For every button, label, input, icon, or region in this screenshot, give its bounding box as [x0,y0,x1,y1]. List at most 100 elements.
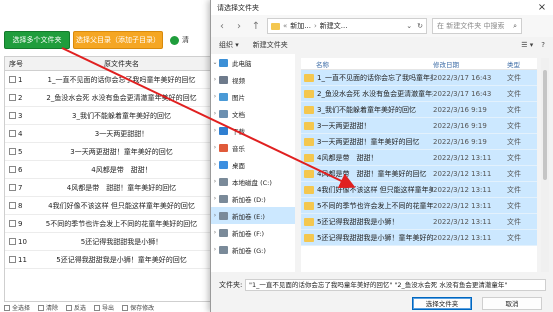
table-row[interactable]: 5 3一天两更甜甜！童年美好的回忆 [5,143,212,161]
row-checkbox[interactable] [9,256,16,263]
chevron-down-icon[interactable]: ⌄ [406,22,412,30]
nav-item[interactable]: › 音乐 [211,139,295,156]
row-checkbox[interactable] [9,184,16,191]
up-icon[interactable]: ↑ [250,19,262,33]
column-name[interactable]: 名称 [301,59,433,69]
file-row[interactable]: 5还记得我甜甜我是小狮！童年美好的回忆2022/3/12 13:11 文件 [301,230,537,246]
nav-item[interactable]: › 视频 [211,71,295,88]
nav-item[interactable]: › 文档 [211,105,295,122]
organize-button[interactable]: 组织 ▾ [219,40,239,50]
file-row[interactable]: 4风都是带 甜甜！ 2022/3/12 13:11 文件 [301,150,537,166]
file-row[interactable]: 3_我们不能躲着童年美好的回忆 2022/3/16 9:19 文件 [301,102,537,118]
footer-checkbox[interactable] [38,304,45,311]
folder-icon [304,169,314,178]
file-row[interactable]: 4风都是带 甜甜！童年美好的回忆 2022/3/12 13:11 文件 [301,166,537,182]
nav-item[interactable]: › 新加卷 (E:) [211,207,295,224]
table-row[interactable]: 4 3一天两更甜甜！ [5,125,212,143]
clear-button[interactable]: 清 [167,31,213,49]
column-date[interactable]: 修改日期 [433,59,507,69]
view-button[interactable]: ☰ ▾ [521,41,533,49]
footer-checkbox[interactable] [94,304,101,311]
row-checkbox[interactable] [9,130,16,137]
expand-arrow-icon[interactable]: ⌄ [211,59,219,66]
footer-option[interactable]: 反选 [66,303,86,312]
file-row[interactable]: 3一天两更甜甜！ 2022/3/16 9:19 文件 [301,118,537,134]
expand-arrow-icon[interactable]: › [211,110,219,117]
expand-arrow-icon[interactable]: › [211,212,219,219]
address-bar[interactable]: « 新加... › 新建文... ⌄ ↻ [267,18,427,34]
row-checkbox[interactable] [9,202,16,209]
new-folder-button[interactable]: 新建文件夹 [253,40,288,50]
file-name-cell: 2_鱼没水会死 水没有鱼会更清澈童年美好... [301,89,433,99]
expand-arrow-icon[interactable]: › [211,178,219,185]
file-row[interactable]: 2_鱼没水会死 水没有鱼会更清澈童年美好...2022/3/17 16:43 文件 [301,86,537,102]
table-row[interactable]: 1 1_一直不见面的话你会忘了我吗童年美好的回忆 [5,71,212,89]
table-row[interactable]: 11 5还记得我甜甜我是小狮！童年美好的回忆 [5,251,212,269]
expand-arrow-icon[interactable]: › [211,127,219,134]
help-icon[interactable]: ? [541,41,545,49]
file-date: 2022/3/16 9:19 [433,105,487,114]
scrollbar-thumb[interactable] [543,70,547,180]
footer-checkbox[interactable] [4,304,10,311]
footer-option[interactable]: 保存修改 [122,303,154,312]
back-icon[interactable]: ‹ [216,19,228,33]
expand-arrow-icon[interactable]: › [211,229,219,236]
select-folder-button[interactable]: 选择文件夹 [412,296,472,310]
row-checkbox[interactable] [9,166,16,173]
expand-arrow-icon[interactable]: › [211,161,219,168]
forward-icon[interactable]: › [233,19,245,33]
row-checkbox[interactable] [9,112,16,119]
footer-option[interactable]: 清除 [38,303,58,312]
row-index: 11 [18,255,27,264]
cancel-button[interactable]: 取消 [482,296,542,310]
row-checkbox[interactable] [9,76,16,83]
close-icon[interactable]: × [531,0,553,15]
expand-arrow-icon[interactable]: › [211,144,219,151]
footer-checkbox[interactable] [66,304,73,311]
nav-item[interactable]: ⌄ 此电脑 [211,54,295,71]
nav-item[interactable]: › 下载 [211,122,295,139]
row-checkbox[interactable] [9,148,16,155]
address-root[interactable]: « [283,22,287,30]
row-checkbox[interactable] [9,238,16,245]
table-row[interactable]: 10 5还记得我甜甜我是小狮！ [5,233,212,251]
column-type[interactable]: 类型 [507,59,537,69]
file-row[interactable]: 1_一直不见面的话你会忘了我吗童年美好...2022/3/17 16:43 文件 [301,70,537,86]
file-row[interactable]: 4我们好像不该这样 但只能这样童年美好...2022/3/12 13:11 文件 [301,182,537,198]
nav-item[interactable]: › 新加卷 (D:) [211,190,295,207]
row-checkbox[interactable] [9,220,16,227]
file-row[interactable]: 3一天两更甜甜！童年美好的回忆 2022/3/16 9:19 文件 [301,134,537,150]
table-row[interactable]: 7 4风都是带 甜甜！童年美好的回忆 [5,179,212,197]
nav-item[interactable]: › 图片 [211,88,295,105]
table-row[interactable]: 3 3_我们不能躲着童年美好的回忆 [5,107,212,125]
file-row[interactable]: 5还记得我甜甜我是小狮！ 2022/3/12 13:11 文件 [301,214,537,230]
nav-item[interactable]: › 桌面 [211,156,295,173]
table-row[interactable]: 8 4我们好像不该这样 但只能这样童年美好的回忆 [5,197,212,215]
refresh-icon[interactable]: ↻ [417,22,423,30]
file-date: 2022/3/12 13:11 [433,185,492,194]
address-segment-2[interactable]: 新建文... [320,21,348,31]
expand-arrow-icon[interactable]: › [211,195,219,202]
table-row[interactable]: 6 4风都是带 甜甜！ [5,161,212,179]
select-folders-button[interactable]: 选择多个文件夹 [4,31,70,49]
expand-arrow-icon[interactable]: › [211,76,219,83]
footer-option[interactable]: 导出 [94,303,114,312]
file-row[interactable]: 5不同的季节也许会发上不同的花童年美好...2022/3/12 13:11 文件 [301,198,537,214]
footer-checkbox[interactable] [122,304,129,311]
folder-name-input[interactable]: "1_一直不见面的话你会忘了我吗童年美好的回忆" "2_鱼没水会死 水没有鱼会更… [245,279,546,291]
select-parent-button[interactable]: 选择父目录（添加子目录） [73,31,163,49]
header-name: 原文件夹名 [104,59,139,68]
file-list-scrollbar[interactable] [541,58,549,272]
nav-item[interactable]: › 新加卷 (F:) [211,224,295,241]
expand-arrow-icon[interactable]: › [211,93,219,100]
file-type: 文件 [507,217,521,226]
nav-item[interactable]: › 本地磁盘 (C:) [211,173,295,190]
footer-option[interactable]: 全选择 [4,303,30,312]
search-input[interactable]: 在 新建文件夹 中搜索 ⌕ [432,18,522,34]
nav-item[interactable]: › 新加卷 (G:) [211,241,295,258]
row-checkbox[interactable] [9,94,16,101]
address-segment-1[interactable]: 新加... [290,21,311,31]
table-row[interactable]: 2 2_鱼没水会死 水没有鱼会更清澈童年美好的回忆 [5,89,212,107]
expand-arrow-icon[interactable]: › [211,246,219,253]
table-row[interactable]: 9 5不同的季节也许会发上不同的花童年美好的回忆 [5,215,212,233]
